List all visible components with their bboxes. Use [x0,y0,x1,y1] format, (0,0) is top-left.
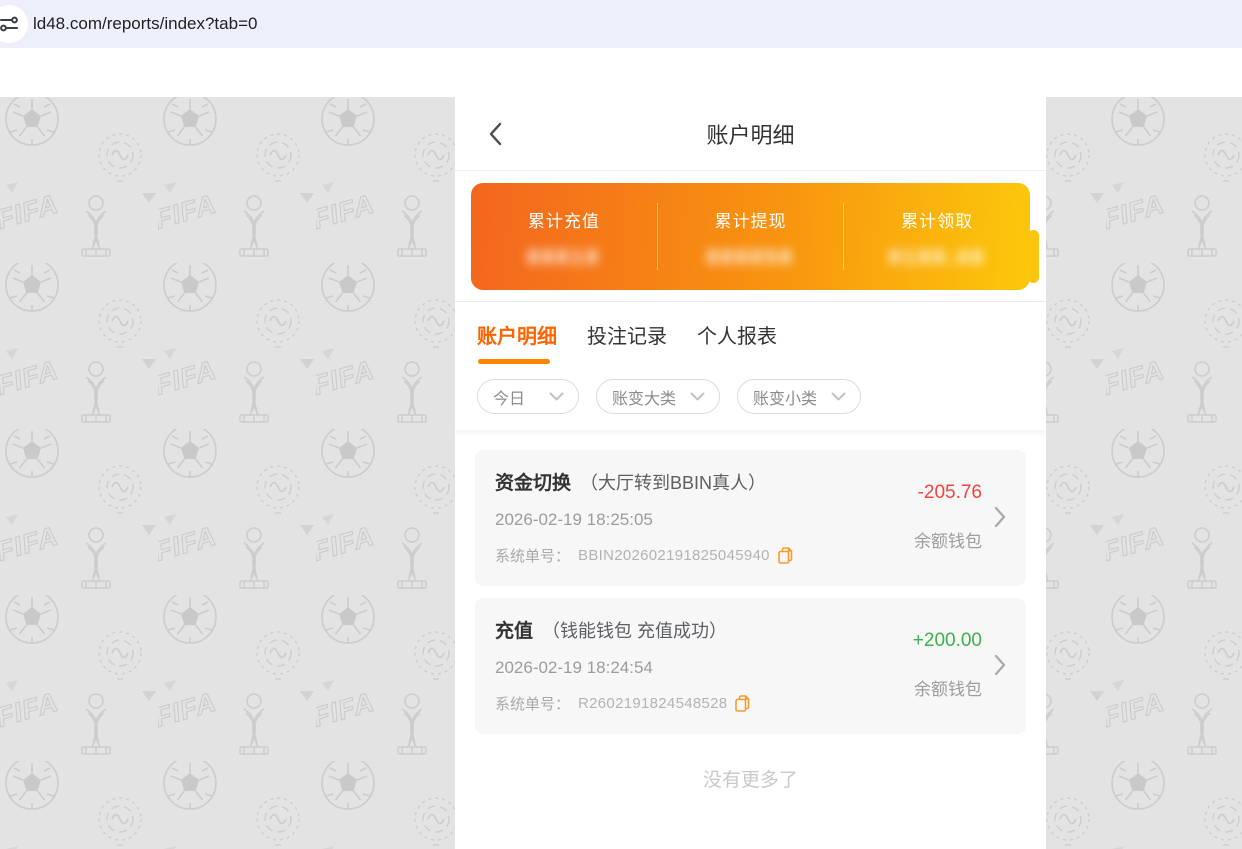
active-tab-underline [478,359,550,364]
wallet-label: 余额钱包 [914,680,982,699]
summary-label: 累计领取 [901,212,974,231]
tab-bet-records[interactable]: 投注记录 [587,320,667,349]
transaction-title: 资金切换 [495,473,572,494]
order-label: 系统单号： [495,548,571,565]
summary-col-withdraw: 累计提现 888858 [656,203,844,270]
tab-personal-report[interactable]: 个人报表 [697,320,777,349]
copy-icon[interactable] [735,695,750,712]
browser-url-bar[interactable]: ld48.com/reports/index?tab=0 [0,0,1242,48]
tab-account-detail[interactable]: 账户明细 [477,320,557,349]
no-more-text: 没有更多了 [702,770,798,791]
transaction-right: +200.00 余额钱包 [913,616,1006,714]
page-title: 账户明细 [706,122,795,148]
chevron-down-icon [690,392,705,401]
order-number: R2602191824548528 [578,695,728,712]
wallet-label: 余额钱包 [914,532,982,551]
summary-col-claim: 累计领取 8188.48 [843,203,1030,270]
tune-icon[interactable] [0,5,28,43]
transaction-info: 资金切换 （大厅转到BBIN真人） 2026-02-19 18:25:05 系统… [495,468,914,566]
transaction-note: （钱能钱包 充值成功） [542,621,728,641]
tabs-section: 账户明细 投注记录 个人报表 今日 账变大类 账变小类 [455,302,1046,430]
transaction-datetime: 2026-02-19 18:25:05 [495,510,653,529]
summary-value-masked: 8188.48 [888,246,986,269]
summary-value-masked: 888858 [706,246,795,269]
transaction-info: 充值 （钱能钱包 充值成功） 2026-02-19 18:24:54 系统单号：… [495,616,913,714]
back-button[interactable] [479,118,511,150]
filter-label: 账变小类 [753,390,818,408]
summary-label: 累计提现 [714,212,787,231]
url-text[interactable]: ld48.com/reports/index?tab=0 [33,0,257,48]
filters-row: 今日 账变大类 账变小类 [477,379,1024,414]
summary-col-deposit: 累计充值 88818 [471,203,657,270]
chevron-right-icon[interactable] [994,506,1006,528]
summary-value-masked: 88818 [527,246,601,269]
summary-label: 累计充值 [527,212,600,231]
filter-category-minor-dropdown[interactable]: 账变小类 [737,379,862,414]
chevron-down-icon [549,392,564,401]
summary-card[interactable]: 累计充值 88818 累计提现 888858 累计领取 8188.48 [471,183,1030,290]
order-number: BBIN202602191825045940 [578,547,770,564]
top-white-band [0,48,1242,97]
transaction-amount: -205.76 [917,482,982,503]
transaction-right: -205.76 余额钱包 [914,468,1006,566]
transaction-row[interactable]: 充值 （钱能钱包 充值成功） 2026-02-19 18:24:54 系统单号：… [475,598,1026,734]
copy-icon[interactable] [777,547,793,564]
chevron-left-icon [489,122,501,146]
transaction-row[interactable]: 资金切换 （大厅转到BBIN真人） 2026-02-19 18:25:05 系统… [475,450,1026,586]
transaction-datetime: 2026-02-19 18:24:54 [495,658,653,677]
order-label: 系统单号： [495,696,571,713]
filter-label: 账变大类 [612,390,677,408]
transaction-title: 充值 [495,621,534,642]
filter-date-dropdown[interactable]: 今日 [477,379,579,414]
transaction-amount: +200.00 [912,630,982,651]
summary-section: 累计充值 88818 累计提现 888858 累计领取 8188.48 [455,171,1046,301]
panel-header: 账户明细 [455,97,1046,171]
chevron-down-icon [831,392,846,401]
filter-category-major-dropdown[interactable]: 账变大类 [596,379,721,414]
chevron-right-icon[interactable] [994,654,1006,676]
transaction-list: 资金切换 （大厅转到BBIN真人） 2026-02-19 18:25:05 系统… [455,430,1046,792]
account-detail-panel: 账户明细 累计充值 88818 累计提现 888858 累计领取 8188.48 [455,97,1046,849]
tabs-row: 账户明细 投注记录 个人报表 [477,320,1024,349]
transaction-note: （大厅转到BBIN真人） [580,473,767,493]
filter-label: 今日 [493,390,526,408]
